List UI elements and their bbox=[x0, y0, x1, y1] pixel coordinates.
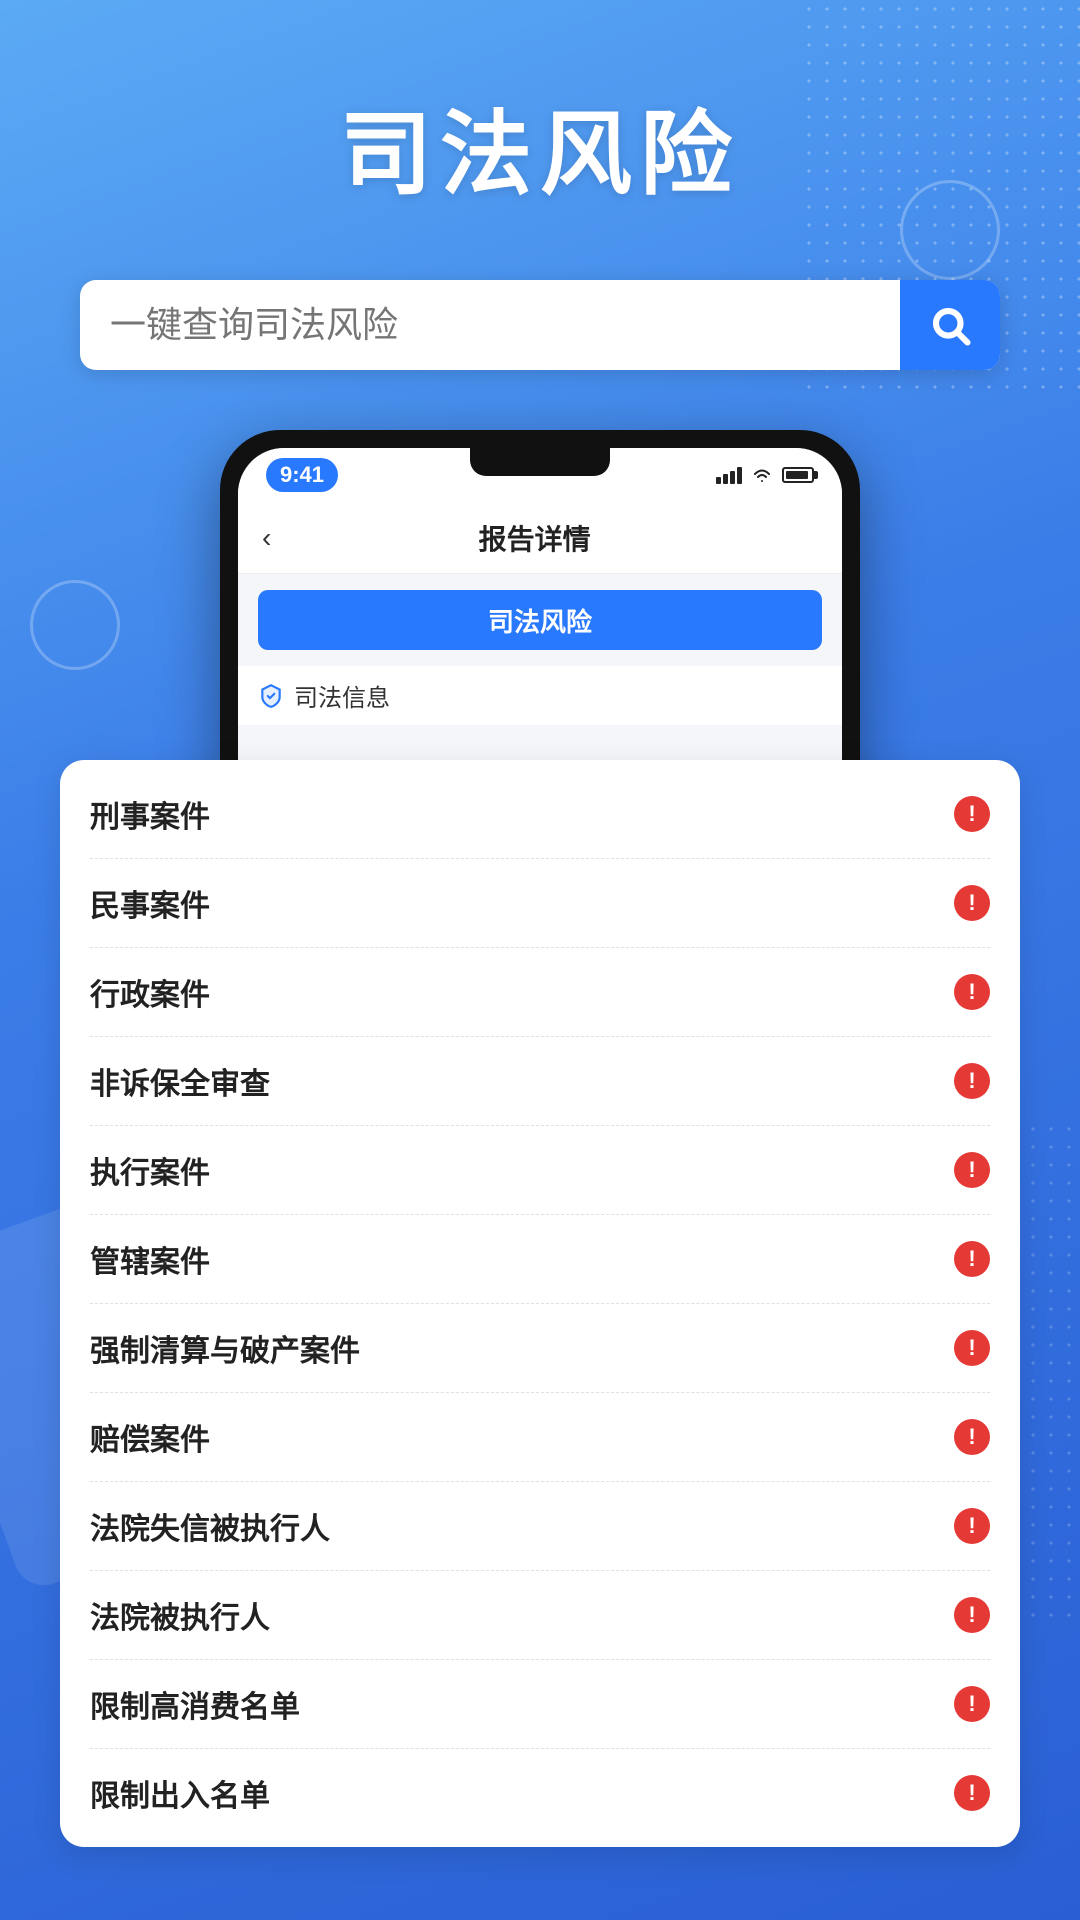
signal-bar-2 bbox=[723, 474, 728, 484]
alert-icon: ! bbox=[954, 974, 990, 1010]
alert-icon: ! bbox=[954, 1241, 990, 1277]
battery-icon bbox=[782, 467, 814, 483]
alert-icon: ! bbox=[954, 1419, 990, 1455]
title-section: 司法风险 bbox=[0, 80, 1080, 213]
list-item[interactable]: 刑事案件! bbox=[90, 770, 990, 859]
list-item[interactable]: 管辖案件! bbox=[90, 1215, 990, 1304]
list-item[interactable]: 民事案件! bbox=[90, 859, 990, 948]
alert-icon: ! bbox=[954, 885, 990, 921]
page-title: 司法风险 bbox=[0, 80, 1080, 213]
alert-icon: ! bbox=[954, 1063, 990, 1099]
list-item[interactable]: 法院失信被执行人! bbox=[90, 1482, 990, 1571]
list-item[interactable]: 法院被执行人! bbox=[90, 1571, 990, 1660]
list-item[interactable]: 限制高消费名单! bbox=[90, 1660, 990, 1749]
signal-bar-4 bbox=[737, 467, 742, 484]
list-item-label: 执行案件 bbox=[90, 1148, 210, 1192]
list-item-label: 民事案件 bbox=[90, 881, 210, 925]
list-item[interactable]: 非诉保全审查! bbox=[90, 1037, 990, 1126]
list-item[interactable]: 行政案件! bbox=[90, 948, 990, 1037]
search-input[interactable] bbox=[80, 280, 900, 370]
deco-circle-3 bbox=[30, 580, 120, 670]
alert-icon: ! bbox=[954, 1775, 990, 1811]
report-tab-label: 司法风险 bbox=[488, 602, 592, 639]
list-item-label: 法院被执行人 bbox=[90, 1593, 270, 1637]
list-item-label: 赔偿案件 bbox=[90, 1415, 210, 1459]
search-icon bbox=[929, 304, 971, 346]
back-button[interactable]: ‹ bbox=[262, 522, 271, 554]
search-button[interactable] bbox=[900, 280, 1000, 370]
list-item-label: 限制高消费名单 bbox=[90, 1682, 300, 1726]
list-item[interactable]: 限制出入名单! bbox=[90, 1749, 990, 1837]
status-time: 9:41 bbox=[266, 458, 338, 492]
judicial-list: 刑事案件!民事案件!行政案件!非诉保全审查!执行案件!管辖案件!强制清算与破产案… bbox=[60, 760, 1020, 1847]
judicial-header: 司法信息 bbox=[238, 666, 842, 725]
alert-icon: ! bbox=[954, 1597, 990, 1633]
search-section bbox=[80, 280, 1000, 370]
search-bar bbox=[80, 280, 1000, 370]
alert-icon: ! bbox=[954, 796, 990, 832]
list-item-label: 管辖案件 bbox=[90, 1237, 210, 1281]
list-item-label: 限制出入名单 bbox=[90, 1771, 270, 1815]
shield-icon bbox=[258, 683, 284, 709]
battery-fill bbox=[786, 471, 808, 479]
nav-bar: ‹ 报告详情 bbox=[238, 502, 842, 574]
list-item[interactable]: 执行案件! bbox=[90, 1126, 990, 1215]
alert-icon: ! bbox=[954, 1508, 990, 1544]
status-icons bbox=[716, 466, 814, 484]
nav-title: 报告详情 bbox=[291, 518, 778, 558]
list-item-label: 法院失信被执行人 bbox=[90, 1504, 330, 1548]
report-tab[interactable]: 司法风险 bbox=[258, 590, 822, 650]
alert-icon: ! bbox=[954, 1330, 990, 1366]
signal-bar-1 bbox=[716, 477, 721, 484]
list-item[interactable]: 赔偿案件! bbox=[90, 1393, 990, 1482]
alert-icon: ! bbox=[954, 1152, 990, 1188]
signal-bar-3 bbox=[730, 471, 735, 484]
list-item-label: 刑事案件 bbox=[90, 792, 210, 836]
judicial-header-text: 司法信息 bbox=[294, 678, 390, 713]
list-item-label: 非诉保全审查 bbox=[90, 1059, 270, 1103]
list-item[interactable]: 强制清算与破产案件! bbox=[90, 1304, 990, 1393]
signal-bars bbox=[716, 466, 742, 484]
list-item-label: 强制清算与破产案件 bbox=[90, 1326, 360, 1370]
list-item-label: 行政案件 bbox=[90, 970, 210, 1014]
alert-icon: ! bbox=[954, 1686, 990, 1722]
wifi-icon bbox=[750, 466, 774, 484]
